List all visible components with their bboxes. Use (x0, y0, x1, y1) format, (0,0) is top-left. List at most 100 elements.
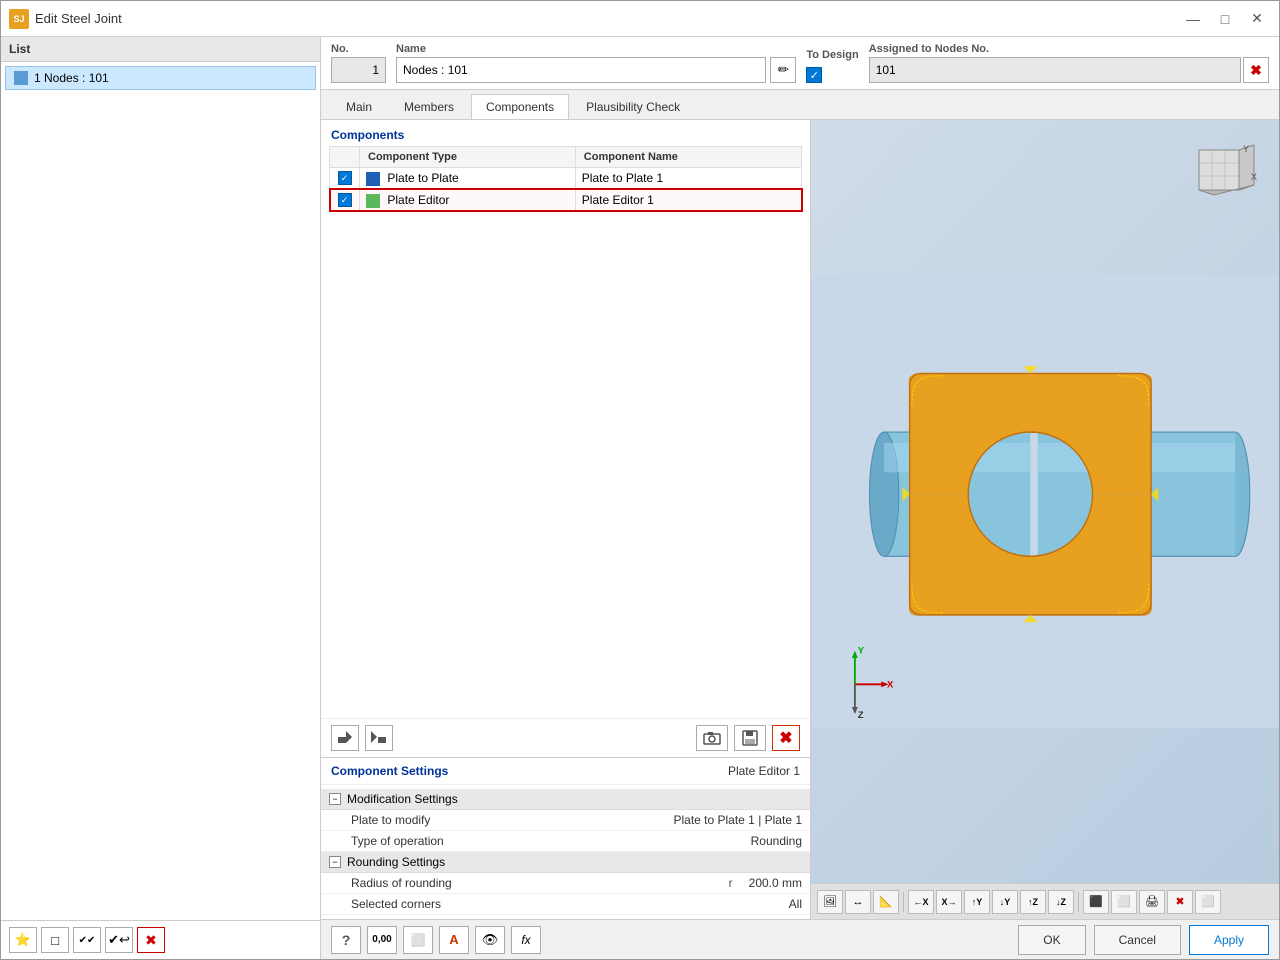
col-type: Component Type (360, 147, 576, 168)
type-label-1: Plate to Plate (387, 171, 458, 185)
comp-toolbar: ✖ (321, 718, 810, 757)
vp-btn-measure[interactable]: 📐 (873, 890, 899, 914)
table-spacer (321, 212, 810, 718)
ok-button[interactable]: OK (1018, 925, 1085, 955)
selected-corners-value: All (789, 897, 802, 911)
vp-btn-print[interactable]: 🖨 (1139, 890, 1165, 914)
vp-btn-zr[interactable]: ↓Z (1048, 890, 1074, 914)
check-cell-1[interactable] (330, 168, 360, 190)
comp-settings-label: Component Settings (331, 764, 448, 778)
viewport: Y X (811, 120, 1279, 919)
bottom-left-buttons: ? 0,00 ⬜ A 👁 fx (331, 926, 541, 954)
list-item-label: 1 Nodes : 101 (34, 71, 109, 85)
check-cell-2[interactable] (330, 189, 360, 211)
formula-button[interactable]: fx (511, 926, 541, 954)
rounding-settings-group: − Rounding Settings Radius of rounding r… (321, 852, 810, 915)
radius-symbol: r (729, 876, 749, 890)
move-up-button[interactable] (331, 725, 359, 751)
vp-btn-expand[interactable]: ⬜ (1195, 890, 1221, 914)
name-field-group: Name ✏ (396, 43, 796, 83)
move-down-button[interactable] (365, 725, 393, 751)
name-input[interactable] (396, 57, 766, 83)
apply-button[interactable]: Apply (1189, 925, 1269, 955)
vp-btn-y[interactable]: ↑Y (964, 890, 990, 914)
svg-text:Y: Y (858, 646, 865, 657)
top-bar: No. Name ✏ To Design ✓ Assigned to Nodes… (321, 37, 1279, 90)
vp-btn-xr[interactable]: X→ (936, 890, 962, 914)
svg-text:X: X (887, 679, 894, 690)
vp-btn-yr[interactable]: ↓Y (992, 890, 1018, 914)
to-design-group: To Design ✓ (806, 49, 858, 83)
components-header: Components (321, 120, 810, 146)
view-button[interactable]: ⬜ (403, 926, 433, 954)
remove-comp-button[interactable]: ✖ (772, 725, 800, 751)
list-item[interactable]: 1 Nodes : 101 (5, 66, 316, 90)
comp-settings-header: Component Settings Plate Editor 1 (321, 758, 810, 785)
screenshot-button[interactable] (696, 725, 728, 751)
tab-members[interactable]: Members (389, 94, 469, 119)
color-indicator-2 (366, 194, 380, 208)
name-cell-1: Plate to Plate 1 (575, 168, 801, 190)
table-row[interactable]: Plate to Plate Plate to Plate 1 (330, 168, 802, 190)
edit-button[interactable]: ✏ (770, 57, 796, 83)
copy-button[interactable]: □ (41, 927, 69, 953)
collapse-modification-icon[interactable]: − (329, 793, 341, 805)
display-button[interactable]: 👁 (475, 926, 505, 954)
font-button[interactable]: A (439, 926, 469, 954)
help-button[interactable]: ? (331, 926, 361, 954)
cancel-button[interactable]: Cancel (1094, 925, 1181, 955)
tab-main[interactable]: Main (331, 94, 387, 119)
check-all-button[interactable]: ✔✔ (73, 927, 101, 953)
minimize-button[interactable]: — (1179, 8, 1207, 30)
add-star-button[interactable]: ⭐ (9, 927, 37, 953)
bottom-toolbar: ? 0,00 ⬜ A 👁 fx OK Cancel Apply (321, 919, 1279, 959)
save-comp-button[interactable] (734, 725, 766, 751)
modification-settings-header: − Modification Settings (321, 789, 810, 810)
assigned-row: ✖ (869, 57, 1269, 83)
plate-to-modify-label: Plate to modify (351, 813, 673, 827)
to-design-checkbox[interactable]: ✓ (806, 67, 822, 83)
type-cell-1: Plate to Plate (360, 168, 576, 190)
no-label: No. (331, 43, 386, 55)
title-bar: SJ Edit Steel Joint — □ ✕ (1, 1, 1279, 37)
window-title: Edit Steel Joint (35, 11, 1179, 26)
tab-plausibility[interactable]: Plausibility Check (571, 94, 695, 119)
row1-checkbox[interactable] (338, 171, 352, 185)
delete-list-button[interactable]: ✖ (137, 927, 165, 953)
vp-btn-z[interactable]: ↑Z (1020, 890, 1046, 914)
row2-checkbox[interactable] (338, 193, 352, 207)
vp-btn-wire[interactable]: ⬜ (1111, 890, 1137, 914)
col-check (330, 147, 360, 168)
close-button[interactable]: ✕ (1243, 8, 1271, 30)
vp-btn-x[interactable]: ←X (908, 890, 934, 914)
color-indicator-1 (366, 172, 380, 186)
to-design-label: To Design (806, 49, 858, 61)
collapse-rounding-icon[interactable]: − (329, 856, 341, 868)
list-area: 1 Nodes : 101 (1, 62, 320, 920)
table-row[interactable]: Plate Editor Plate Editor 1 (330, 189, 802, 211)
uncheck-button[interactable]: ✔↩ (105, 927, 133, 953)
assigned-label: Assigned to Nodes No. (869, 43, 1269, 55)
bottom-right-buttons: OK Cancel Apply (1018, 925, 1269, 955)
vp-btn-solid[interactable]: ⬛ (1083, 890, 1109, 914)
vp-btn-close[interactable]: ✖ (1167, 890, 1193, 914)
component-settings: Component Settings Plate Editor 1 − Modi… (321, 757, 810, 919)
vp-btn-render[interactable]: 🖼 (817, 890, 843, 914)
viewport-toolbar: 🖼 ↔ 📐 ←X X→ ↑Y ↓Y ↑Z ↓Z ⬛ ⬜ 🖨 (811, 883, 1279, 919)
decimal-button[interactable]: 0,00 (367, 926, 397, 954)
type-of-operation-value: Rounding (751, 834, 802, 848)
list-header: List (1, 37, 320, 62)
maximize-button[interactable]: □ (1211, 8, 1239, 30)
settings-tree: − Modification Settings Plate to modify … (321, 785, 810, 919)
assigned-input[interactable] (869, 57, 1241, 83)
radius-of-rounding-row: Radius of rounding r 200.0 mm (321, 873, 810, 894)
viewport-3d[interactable]: Y X (811, 120, 1279, 883)
no-input[interactable] (331, 57, 386, 83)
radius-of-rounding-label: Radius of rounding (351, 876, 729, 890)
components-table: Component Type Component Name (329, 146, 802, 212)
clear-assigned-button[interactable]: ✖ (1243, 57, 1269, 83)
tab-components[interactable]: Components (471, 94, 569, 119)
settings-area: Components Component Type Component Name (321, 120, 811, 919)
name-label: Name (396, 43, 796, 55)
vp-btn-axes[interactable]: ↔ (845, 890, 871, 914)
